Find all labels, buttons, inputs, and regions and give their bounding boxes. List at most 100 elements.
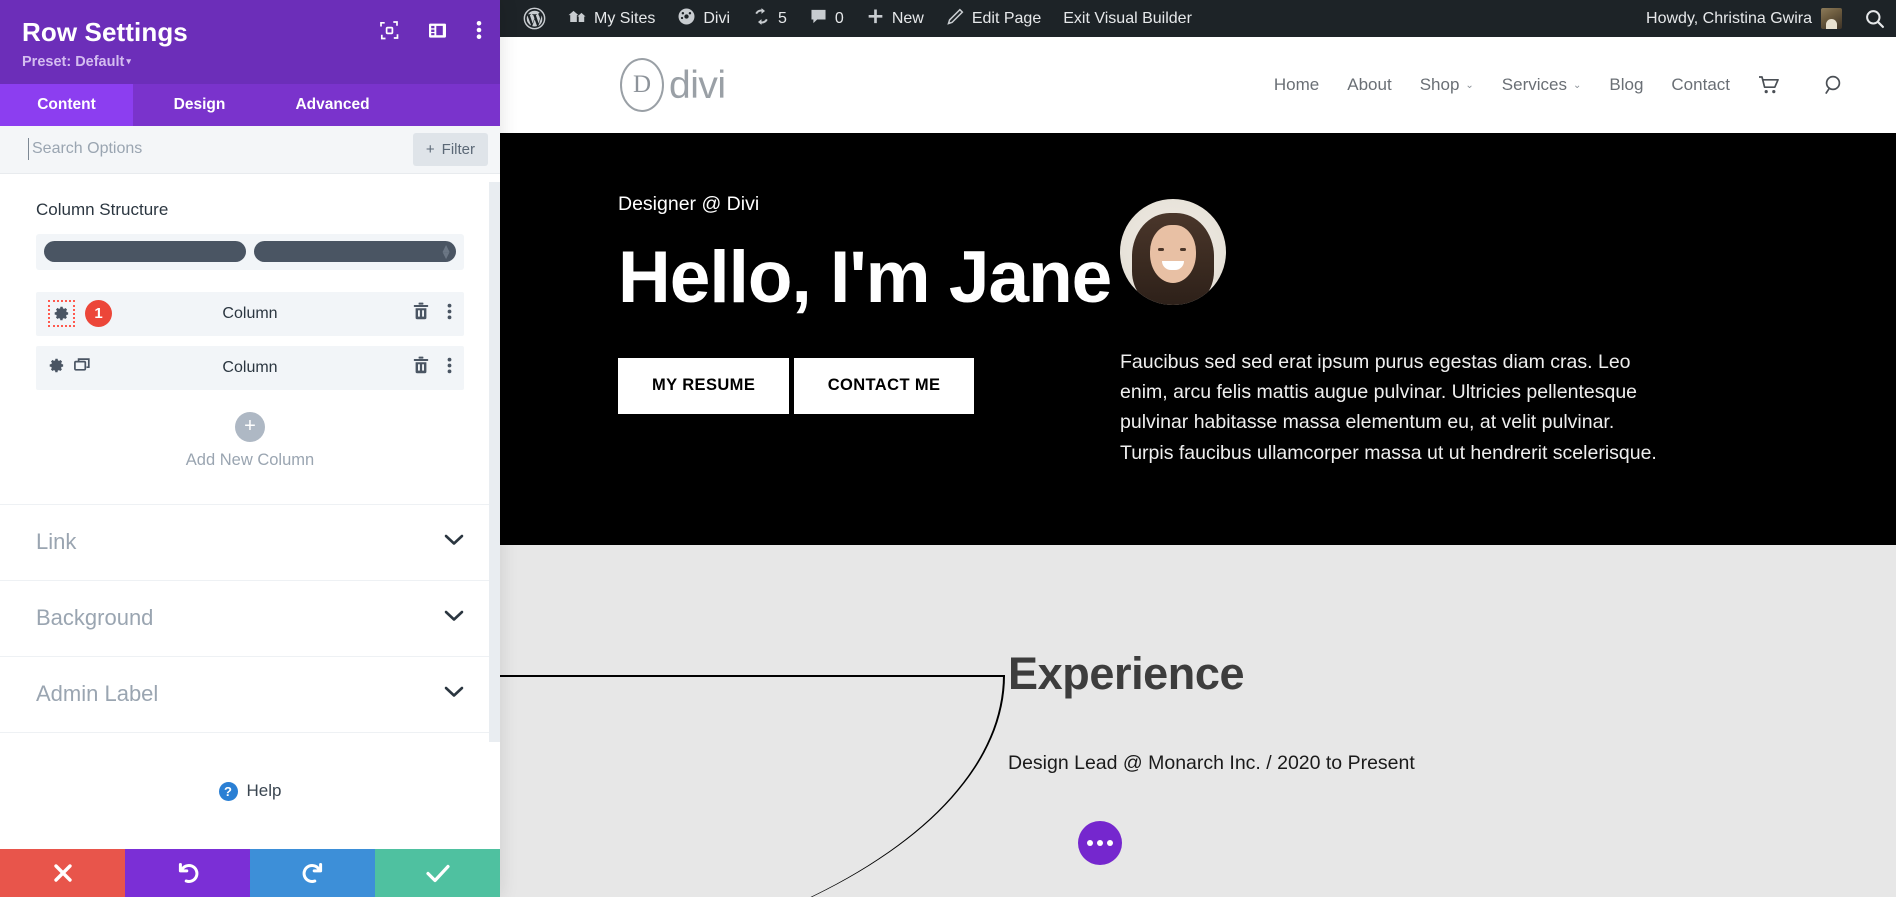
nav-item-home[interactable]: Home xyxy=(1274,75,1319,95)
search-icon[interactable] xyxy=(1864,8,1886,30)
panel-scrollbar[interactable] xyxy=(489,174,500,849)
nav-item-contact[interactable]: Contact xyxy=(1671,75,1730,95)
wordpress-logo-icon[interactable] xyxy=(512,0,557,37)
plus-icon xyxy=(866,7,885,31)
search-row: + Filter xyxy=(0,126,500,174)
duplicate-icon[interactable] xyxy=(74,357,92,378)
nav-label: Contact xyxy=(1671,75,1730,95)
column-structure-preview[interactable]: ▲▼ xyxy=(36,234,464,270)
trash-icon[interactable] xyxy=(413,302,429,325)
sort-updown-icon[interactable]: ▲▼ xyxy=(440,245,452,259)
experience-title: Experience xyxy=(1008,648,1415,700)
panel-header: Row Settings Preset: Default▾ xyxy=(0,0,500,84)
site-navigation: Home About Shop⌄ Services⌄ Blog Contact xyxy=(1274,73,1846,97)
hero-buttons: MY RESUME CONTACT ME xyxy=(618,358,1120,440)
exit-visual-builder-button[interactable]: Exit Visual Builder xyxy=(1052,0,1203,37)
accordion-label: Background xyxy=(36,605,153,631)
comments-count: 0 xyxy=(835,10,844,28)
redo-button[interactable] xyxy=(250,849,375,897)
tab-content[interactable]: Content xyxy=(0,84,133,126)
cart-icon[interactable] xyxy=(1758,75,1780,95)
experience-block: Experience Design Lead @ Monarch Inc. / … xyxy=(1008,648,1415,775)
divi-logo-mark: D xyxy=(620,58,664,112)
divi-logo[interactable]: D divi xyxy=(620,58,726,112)
gear-icon[interactable] xyxy=(48,357,65,379)
nav-item-services[interactable]: Services⌄ xyxy=(1502,75,1582,95)
filter-button-label: Filter xyxy=(442,141,475,158)
cancel-button[interactable] xyxy=(0,849,125,897)
trash-icon[interactable] xyxy=(413,356,429,379)
more-options-icon[interactable] xyxy=(447,303,452,325)
dot xyxy=(1097,840,1103,846)
structure-chip xyxy=(254,241,456,262)
tab-advanced[interactable]: Advanced xyxy=(266,84,399,126)
admin-bar-right: Howdy, Christina Gwira xyxy=(1646,8,1896,30)
tab-design[interactable]: Design xyxy=(133,84,266,126)
row-settings-panel: Row Settings Preset: Default▾ xyxy=(0,0,500,897)
hero-paragraph: Faucibus sed sed erat ipsum purus egesta… xyxy=(1120,347,1665,468)
wp-menu-new[interactable]: New xyxy=(855,0,935,37)
accordion-item-background[interactable]: Background xyxy=(0,581,500,657)
wp-menu-label: Divi xyxy=(703,10,730,28)
nav-item-shop[interactable]: Shop⌄ xyxy=(1420,75,1474,95)
nav-item-blog[interactable]: Blog xyxy=(1609,75,1643,95)
hero-title: Hello, I'm Jane xyxy=(618,240,1120,316)
nav-item-about[interactable]: About xyxy=(1347,75,1391,95)
hero-right-column: Faucibus sed sed erat ipsum purus egesta… xyxy=(1120,193,1680,545)
divi-dashboard-icon xyxy=(677,7,696,31)
layout-toggle-icon[interactable] xyxy=(428,21,447,40)
divi-logo-word: divi xyxy=(669,66,726,105)
panel-footer xyxy=(0,849,500,897)
decorative-outline-shape xyxy=(500,675,1005,897)
wp-menu-label: My Sites xyxy=(594,10,655,28)
sites-icon xyxy=(568,8,587,30)
wp-menu-label: Edit Page xyxy=(972,10,1041,28)
accordion-label: Link xyxy=(36,529,76,555)
chevron-down-icon xyxy=(444,609,464,627)
nav-label: Shop xyxy=(1420,75,1460,95)
wp-menu-divi[interactable]: Divi xyxy=(666,0,741,37)
gear-icon[interactable] xyxy=(48,300,75,327)
site-header: D divi Home About Shop⌄ Services⌄ Blog C… xyxy=(500,37,1896,133)
accordion-item-link[interactable]: Link xyxy=(0,505,500,581)
column-row[interactable]: 1 Column xyxy=(36,292,464,336)
wp-menu-my-sites[interactable]: My Sites xyxy=(557,0,666,37)
add-new-column-button[interactable]: + Add New Column xyxy=(36,412,464,470)
wp-menu-edit-page[interactable]: Edit Page xyxy=(935,0,1052,37)
search-icon[interactable] xyxy=(1822,73,1846,97)
hero-kicker: Designer @ Divi xyxy=(618,193,1120,216)
module-settings-dots-button[interactable] xyxy=(1078,821,1122,865)
panel-tabs: Content Design Advanced xyxy=(0,84,500,126)
accordion-item-admin-label[interactable]: Admin Label xyxy=(0,657,500,733)
comments-icon xyxy=(809,7,828,31)
column-row-label: Column xyxy=(222,359,277,377)
help-icon: ? xyxy=(219,782,238,801)
dot xyxy=(1087,840,1093,846)
expand-icon[interactable] xyxy=(380,21,399,40)
wp-menu-updates[interactable]: 5 xyxy=(741,0,798,37)
more-options-icon[interactable] xyxy=(447,357,452,379)
add-new-column-label: Add New Column xyxy=(186,451,314,470)
scrollbar-thumb[interactable] xyxy=(489,182,500,742)
my-resume-button[interactable]: MY RESUME xyxy=(618,358,789,414)
save-button[interactable] xyxy=(375,849,500,897)
settings-accordion: Link Background Admin Label xyxy=(0,504,500,733)
more-options-icon[interactable] xyxy=(476,20,482,40)
undo-button[interactable] xyxy=(125,849,250,897)
visual-builder-preview: My Sites Divi xyxy=(500,0,1896,897)
filter-button[interactable]: + Filter xyxy=(413,133,488,166)
search-input[interactable] xyxy=(28,138,403,160)
help-link[interactable]: ? Help xyxy=(0,781,500,801)
preset-label: Preset: Default xyxy=(22,54,124,70)
column-row[interactable]: Column xyxy=(36,346,464,390)
wp-menu-comments[interactable]: 0 xyxy=(798,0,855,37)
preset-selector[interactable]: Preset: Default▾ xyxy=(22,54,478,70)
nav-label: Blog xyxy=(1609,75,1643,95)
profile-photo xyxy=(1120,199,1226,305)
contact-me-button[interactable]: CONTACT ME xyxy=(794,358,975,414)
experience-subtitle: Design Lead @ Monarch Inc. / 2020 to Pre… xyxy=(1008,752,1415,775)
updates-icon xyxy=(752,7,771,31)
avatar[interactable] xyxy=(1821,8,1842,29)
howdy-label[interactable]: Howdy, Christina Gwira xyxy=(1646,10,1812,28)
hero-section: Designer @ Divi Hello, I'm Jane MY RESUM… xyxy=(500,133,1896,545)
